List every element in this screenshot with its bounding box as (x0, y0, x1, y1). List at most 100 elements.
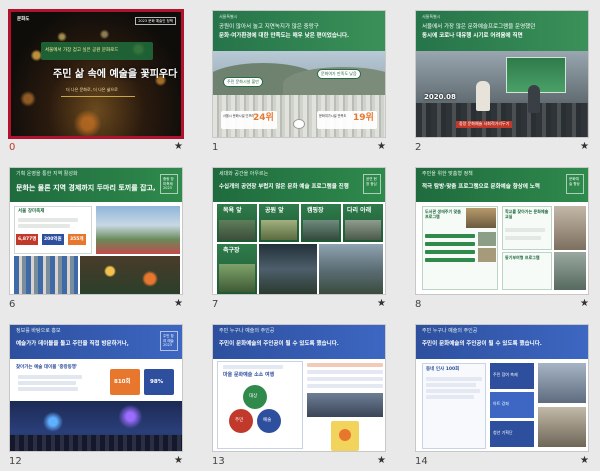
tile-2-label: 공원 앞 (265, 207, 284, 214)
tile-3-label: 캠핑장 (307, 207, 324, 214)
box-3-label: 청년 기획단 (493, 430, 513, 435)
slide-canvas: 주민 누구나 예술의 주인공 주민이 문화예술의 주인공이 될 수 있도록 했습… (212, 324, 386, 452)
star-icon[interactable]: ★ (580, 455, 589, 466)
thumb-photo (478, 232, 496, 246)
slide-title: 주민이 문화예술의 주인공이 될 수 있도록 했습니다. (422, 341, 542, 347)
star-icon[interactable]: ★ (377, 141, 386, 152)
list-row (307, 377, 383, 381)
slide-thumbnail-8[interactable]: 주민을 위한 맞춤형 정책 적극 탐방·맞춤 프로그램으로 문화예술 향상에 노… (415, 167, 589, 313)
box-2-label: 아트 강좌 (493, 401, 509, 406)
subtitle-underline (61, 96, 135, 97)
star-icon[interactable]: ★ (174, 455, 183, 466)
text-line (505, 228, 545, 232)
list-row (307, 363, 383, 367)
right-stat-value: 19위 (353, 113, 374, 123)
star-icon[interactable]: ★ (377, 298, 386, 309)
box-title: 찾아가는 예술 데이블 '중랑동행' (16, 365, 78, 370)
slide-thumbnail-2[interactable]: 서울특별시 서울에서 가장 많은 문화예술프로그램을 운영했던 동시에 코로나 … (415, 10, 589, 156)
text-line (18, 381, 76, 385)
right-stat-label: 문화여가시설 만족도 (319, 114, 347, 118)
list-row (307, 384, 383, 388)
title-line-1: 서울에서 가장 많은 문화예술프로그램을 운영했던 (422, 24, 536, 30)
slide-number: 0 (9, 142, 16, 153)
title-line-2: 문화·여가환경에 대한 만족도는 매우 낮은 편이었습니다. (219, 33, 350, 39)
subtitle: 더 나은 문화로, 더 나은 삶으로 (66, 87, 118, 92)
crowd-silhouette (10, 435, 182, 451)
left-pill: 주민 문화시설 불만 (223, 77, 263, 87)
card-title: 동네 인사 100회 (426, 367, 460, 372)
group-photo (538, 363, 586, 403)
header-strip (213, 11, 385, 51)
slide-number: 13 (212, 456, 225, 467)
person-figure (476, 81, 490, 111)
title-line-2: 동시에 코로나 대유행 시기로 어려움에 직면 (422, 33, 523, 39)
list-row (425, 250, 475, 254)
slide-title: 예술가가 데이블을 돌고 주민을 직접 방문하거나, (16, 341, 129, 347)
left-card (422, 363, 486, 449)
year-label: 2020.08 (424, 93, 456, 101)
concert-photo (259, 244, 317, 294)
crowd-photo (14, 256, 78, 294)
tag: 세대와 공간을 아우르는 (219, 171, 269, 177)
title-small: 서울에서 가장 걷고 싶은 공원 문화로드 (45, 48, 119, 53)
list-row (425, 258, 475, 262)
tile-4-label: 다리 아래 (347, 207, 372, 214)
library-photo (466, 208, 496, 228)
star-icon[interactable]: ★ (580, 298, 589, 309)
slide-canvas: 세대와 공간을 아우르는 수십개의 공연장 부럽지 않은 문화 예술 프로그램을… (212, 167, 386, 295)
text-line (18, 224, 70, 228)
stat-2: 98% (150, 379, 164, 385)
star-icon[interactable]: ★ (377, 455, 386, 466)
tile-photo (219, 264, 255, 292)
card-2-title: 학교를 찾아가는 문화예술 교실 (505, 209, 549, 219)
slide-canvas: 주민 누구나 예술의 주인공 주민이 문화예술의 주인공이 될 수 있도록 했습… (415, 324, 589, 452)
slide-thumbnail-1[interactable]: 서울특별시 공원이 많아서 놀고 지연녹지가 많은 중랑구 문화·여가환경에 대… (212, 10, 386, 156)
slide-thumbnail-12[interactable]: 정보를 바탕으로 홍보 예술가가 데이블을 돌고 주민을 직접 방문하거나, 주… (9, 324, 183, 470)
circle-2-label: 주민 (235, 418, 244, 423)
header-strip (416, 11, 588, 51)
slide-thumbnail-14[interactable]: 주민 누구나 예술의 주인공 주민이 문화예술의 주인공이 될 수 있도록 했습… (415, 324, 589, 470)
card-3-title: 동기부여형 프로그램 (505, 255, 540, 260)
corner-badge: 공연 현장 중심 (363, 174, 381, 194)
text-line (18, 375, 82, 379)
text-line (223, 365, 283, 369)
stat-1: 810회 (114, 379, 131, 385)
tag: 서울특별시 (219, 14, 238, 19)
corner-badge: 주민 참여 예술 2023 (160, 331, 178, 351)
left-stat-label: 서울시 문화시설 인프라 (223, 114, 255, 118)
group-photo (538, 407, 586, 447)
tile-5-label: 축구장 (223, 247, 240, 254)
slide-thumbnail-0[interactable]: 문화도 2023 문화 예술인 정책 서울에서 가장 걷고 싶은 공원 문화로드… (9, 10, 183, 156)
left-stat-value: 24위 (253, 113, 274, 123)
corner-badge: 문화예술 향상 (566, 174, 584, 194)
tag: 주민을 위한 맞춤형 정책 (422, 171, 473, 177)
star-icon[interactable]: ★ (174, 298, 183, 309)
slide-number: 14 (415, 456, 428, 467)
slide-title: 수십개의 공연장 부럽지 않은 문화 예술 프로그램을 진행 (219, 184, 349, 190)
slide-canvas: 기획 운영을 통한 지역 활성화 문화는 물론 지역 경제까지 두마리 토끼를 … (9, 167, 183, 295)
concert-photo (319, 244, 383, 294)
left-panel-title: 마을 문화예술 소소 여행 (223, 372, 275, 378)
corner-badge: 2023 문화 예술인 정책 (135, 17, 176, 26)
box-1-label: 주민 참여 축제 (493, 372, 518, 377)
slide-title: 적극 탐방·맞춤 프로그램으로 문화예술 향상에 노력 (422, 184, 540, 190)
list-row (425, 242, 475, 246)
slide-canvas: 주민을 위한 맞춤형 정책 적극 탐방·맞춤 프로그램으로 문화예술 향상에 노… (415, 167, 589, 295)
slide-thumbnail-7[interactable]: 세대와 공간을 아우르는 수십개의 공연장 부럽지 않은 문화 예술 프로그램을… (212, 167, 386, 313)
tag: 주민 누구나 예술의 주인공 (219, 328, 275, 334)
star-icon[interactable]: ★ (580, 141, 589, 152)
text-line (18, 387, 78, 391)
tag: 서울특별시 (422, 14, 441, 19)
slide-canvas: 서울특별시 공원이 많아서 놀고 지연녹지가 많은 중랑구 문화·여가환경에 대… (212, 10, 386, 138)
festival-photo (96, 206, 180, 254)
slide-thumbnail-13[interactable]: 주민 누구나 예술의 주인공 주민이 문화예술의 주인공이 될 수 있도록 했습… (212, 324, 386, 470)
slide-number: 2 (415, 142, 422, 153)
slide-number: 6 (9, 299, 16, 310)
text-line (426, 395, 474, 399)
star-icon[interactable]: ★ (174, 141, 183, 152)
lecture-photo (307, 393, 383, 417)
slide-thumbnail-6[interactable]: 기획 운영을 통한 지역 활성화 문화는 물론 지역 경제까지 두마리 토끼를 … (9, 167, 183, 313)
logo: 문화도 (17, 17, 30, 22)
classroom-photo (554, 206, 586, 250)
tile-photo (303, 220, 339, 240)
